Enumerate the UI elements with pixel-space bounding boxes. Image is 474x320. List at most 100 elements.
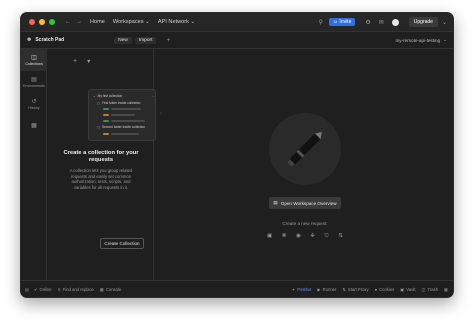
create-request-label: Create a new request:	[282, 221, 328, 226]
sidebar-rail: ◫ Collections ▤ Environments ↺ History ▦	[21, 49, 47, 281]
chevron-down-icon: ⌄	[443, 37, 447, 42]
gear-icon[interactable]: ⚙	[365, 19, 370, 26]
trash-label: Trash	[427, 286, 439, 292]
trash-can-icon: ◫	[31, 54, 37, 61]
import-button[interactable]: Import	[134, 36, 157, 44]
start-proxy-label: Start Proxy	[347, 286, 369, 292]
search-icon[interactable]: ⚲	[319, 19, 323, 26]
history-icon: ↺	[31, 98, 37, 105]
chevron-down-icon: ⌄	[190, 19, 196, 25]
request-placeholder-bar	[103, 120, 109, 122]
illustration-collection-name: My first collection	[97, 94, 123, 98]
add-user-icon: ☺	[332, 19, 339, 25]
api-network-menu[interactable]: API Network ⌄	[158, 19, 195, 25]
illustration-folder-1: First folder inside collection	[102, 101, 141, 105]
graphql-request-icon[interactable]: ❋	[282, 233, 287, 240]
back-arrow-icon[interactable]: ←	[65, 19, 71, 25]
layout-toggle-button[interactable]: ▦	[444, 287, 448, 292]
minimize-window-button[interactable]	[39, 19, 45, 25]
request-placeholder-bar	[111, 114, 135, 116]
request-type-icons: ▣ ❋ ◉ ⎈ ⎋ ⇅	[267, 233, 343, 240]
find-replace-label: Find and replace	[62, 286, 94, 292]
environment-selector[interactable]: my-remote-api-testing ⌄	[395, 37, 447, 43]
chevron-down-icon: ⌄	[145, 19, 150, 25]
request-placeholder-bar	[111, 120, 145, 122]
grpc-request-icon[interactable]: ◉	[296, 233, 301, 240]
avatar[interactable]	[391, 18, 399, 26]
online-status[interactable]: ✔ Online	[34, 287, 52, 292]
sidebar-item-label: Collections	[25, 61, 43, 66]
chevron-down-icon: ⌄	[93, 94, 96, 98]
sidebar-toggle-button[interactable]: ▤	[25, 287, 29, 292]
create-collection-button[interactable]: Create Collection	[100, 238, 144, 249]
console-icon: ▩	[99, 286, 104, 292]
request-placeholder-bar	[111, 133, 139, 135]
user-icon: ☻	[26, 37, 33, 43]
search-icon: ⚲	[57, 286, 61, 292]
collection-illustration: ⌄ My first collection ⋯ ▢ First folder i…	[88, 89, 156, 141]
sidebar-item-collections[interactable]: ◫ Collections	[21, 49, 47, 71]
close-window-button[interactable]	[29, 19, 35, 25]
cookies-label: Cookies	[379, 286, 395, 292]
runner-label: Runner	[322, 286, 337, 292]
open-workspace-overview-button[interactable]: ▤ Open Workspace Overview	[269, 197, 341, 209]
empty-state-description: A collection lets you group related requ…	[69, 168, 133, 190]
cookie-icon: ●	[374, 286, 378, 292]
console-label: Console	[105, 286, 122, 292]
workspace-name[interactable]: Scratch Pad	[35, 37, 64, 43]
new-tab-icon[interactable]: +	[166, 37, 170, 44]
environment-icon: ▤	[31, 76, 37, 83]
request-placeholder-bar	[103, 108, 109, 110]
filter-icon[interactable]: ▼	[86, 59, 91, 65]
find-replace-button[interactable]: ⚲ Find and replace	[58, 287, 94, 292]
illustration-folder-2: Second folder inside collection	[102, 125, 146, 129]
upgrade-button[interactable]: Upgrade	[408, 17, 438, 27]
cookies-button[interactable]: ● Cookies	[375, 287, 395, 292]
forward-arrow-icon[interactable]: →	[76, 19, 82, 25]
new-button[interactable]: New	[114, 36, 132, 44]
home-link[interactable]: Home	[90, 19, 105, 25]
add-collection-icon[interactable]: +	[73, 58, 77, 65]
bell-icon[interactable]: ✉	[379, 19, 384, 26]
trash-button[interactable]: ◫ Trash	[422, 287, 439, 292]
environment-label: my-remote-api-testing	[395, 37, 441, 43]
runner-button[interactable]: ▶ Runner	[317, 287, 336, 292]
request-placeholder-bar	[111, 108, 141, 110]
collections-panel: + ▼ ⌄ My first collection ⋯ ▢ First fold…	[48, 49, 162, 281]
title-bar: ← → Home Workspaces ⌄ API Network ⌄ ⚲ ☺ …	[21, 13, 453, 32]
sidebar-item-apps[interactable]: ▦	[21, 115, 47, 137]
chevron-down-icon[interactable]: ⌄	[442, 19, 447, 26]
workspaces-label: Workspaces	[112, 19, 144, 25]
workspaces-menu[interactable]: Workspaces ⌄	[113, 19, 150, 25]
folder-icon: ▢	[97, 101, 101, 105]
pen-icon	[287, 132, 322, 167]
sidebar-item-environments[interactable]: ▤ Environments	[21, 71, 47, 93]
window-controls	[29, 19, 55, 25]
maximize-window-button[interactable]	[49, 19, 55, 25]
pen-illustration	[269, 113, 341, 185]
apps-icon: ▦	[31, 122, 37, 129]
trash-icon: ◫	[421, 286, 426, 292]
console-button[interactable]: ▩ Console	[100, 287, 121, 292]
postbot-button[interactable]: ✦ Postbot	[292, 287, 312, 292]
request-placeholder-bar	[103, 114, 109, 116]
socketio-request-icon[interactable]: ⎋	[324, 233, 328, 240]
invite-button[interactable]: ☺ Invite	[328, 18, 356, 26]
http-request-icon[interactable]: ▣	[267, 233, 272, 240]
websocket-request-icon[interactable]: ⎈	[310, 233, 314, 240]
sidebar-item-label: History	[28, 105, 40, 110]
overview-label: Open Workspace Overview	[280, 200, 337, 206]
vault-label: Vault	[406, 286, 416, 292]
sidebar-item-history[interactable]: ↺ History	[21, 93, 47, 115]
app-window: ← → Home Workspaces ⌄ API Network ⌄ ⚲ ☺ …	[20, 12, 454, 298]
status-bar: ▤ ✔ Online ⚲ Find and replace ▩ Console ✦ Po…	[21, 280, 453, 297]
empty-state-title: Create a collection for your requests	[63, 150, 139, 163]
request-placeholder-bar	[103, 133, 109, 135]
mqtt-request-icon[interactable]: ⇅	[338, 233, 343, 240]
vault-button[interactable]: ▣ Vault	[400, 287, 415, 292]
main-content: ▤ Open Workspace Overview Create a new r…	[155, 49, 453, 281]
online-label: Online	[39, 286, 52, 292]
start-proxy-button[interactable]: ⇅ Start Proxy	[342, 287, 368, 292]
layout-icon: ▦	[444, 286, 448, 292]
postbot-label: Postbot	[297, 286, 312, 292]
